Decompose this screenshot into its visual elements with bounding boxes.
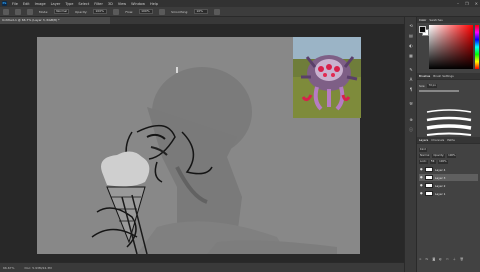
layer-thumbnail <box>425 183 433 188</box>
mode-select[interactable]: Normal <box>54 9 70 14</box>
pressure-opacity-icon[interactable] <box>113 8 120 15</box>
adjustments-icon[interactable]: ◐ <box>408 43 414 48</box>
menu-layer[interactable]: Layer <box>51 2 61 6</box>
layer-name: Layer 4 <box>435 167 446 172</box>
history-icon[interactable]: ⟲ <box>408 23 414 28</box>
link-icon[interactable]: ∞ <box>419 257 422 261</box>
info-icon[interactable]: ⓘ <box>408 127 414 132</box>
menu-filter[interactable]: Filter <box>94 2 103 6</box>
layer-row[interactable]: ● Layer 3 <box>419 174 478 181</box>
properties-icon[interactable]: ▤ <box>408 33 414 38</box>
trash-icon[interactable]: 🗑 <box>460 257 464 261</box>
tab-channels[interactable]: Channels <box>431 138 444 142</box>
tab-layers[interactable]: Layers <box>419 138 428 142</box>
tab-swatches[interactable]: Swatches <box>429 18 442 22</box>
tab-brushes[interactable]: Brushes <box>419 74 430 78</box>
reference-image <box>293 37 361 118</box>
mode-label: Mode: <box>39 9 49 14</box>
eye-icon[interactable]: ● <box>420 168 423 171</box>
tab-color[interactable]: Color <box>419 18 426 22</box>
brush-preset-picker[interactable] <box>27 8 33 15</box>
layer-row[interactable]: ● Layer 2 <box>419 182 478 189</box>
brush-size-field[interactable]: 70 px <box>427 84 438 88</box>
panel-icon-strip: ⟲ ▤ ◐ ▦ ✎ A ¶ ⚒ ⊕ ⓘ <box>404 17 416 272</box>
paragraph-icon[interactable]: ¶ <box>408 87 414 92</box>
minimize-button[interactable]: – <box>457 1 459 6</box>
eye-icon[interactable]: ● <box>420 184 423 187</box>
menu-bar: Ps File Edit Image Layer Type Select Fil… <box>0 0 480 7</box>
tab-paths[interactable]: Paths <box>447 138 455 142</box>
tool-presets-icon[interactable]: ⚒ <box>408 101 414 106</box>
clone-source-icon[interactable]: ⊕ <box>408 117 414 122</box>
layers-footer: ∞ fx ◙ ◐ ▭ ＋ 🗑 <box>419 257 464 261</box>
layer-name: Layer 3 <box>435 175 446 180</box>
brush-settings-icon[interactable]: ✎ <box>408 67 414 72</box>
layer-thumbnail <box>425 167 433 172</box>
character-icon[interactable]: A <box>408 77 414 82</box>
flow-field[interactable]: 100% <box>139 9 154 14</box>
right-panels: Color Swatches Brushes Brush Settings Si… <box>416 17 480 272</box>
color-picker-field[interactable] <box>429 25 473 69</box>
adjustment-icon[interactable]: ◐ <box>439 257 442 261</box>
blend-mode-select[interactable]: Normal <box>419 154 431 158</box>
brushes-panel: Size: 70 px <box>417 79 480 137</box>
menu-image[interactable]: Image <box>35 2 46 6</box>
layer-thumbnail <box>425 191 433 196</box>
status-bar: 66.67% Doc: 5.93M/24.3M <box>0 262 404 272</box>
color-swatches <box>419 26 429 36</box>
lock-label: Lock: <box>419 160 428 164</box>
layers-panel: Kind Normal Opacity: 100% Lock: Fill: 10… <box>417 143 480 263</box>
layer-row[interactable]: ● Layer 4 <box>419 166 478 173</box>
menu-3d[interactable]: 3D <box>108 2 113 6</box>
layer-name: Layer 1 <box>435 191 446 196</box>
zoom-level[interactable]: 66.67% <box>3 266 14 270</box>
mask-icon[interactable]: ◙ <box>432 257 435 261</box>
brush-preset-list[interactable] <box>425 108 473 138</box>
smoothing-label: Smoothing: <box>171 9 189 14</box>
document-info[interactable]: Doc: 5.93M/24.3M <box>24 266 51 270</box>
fill-field[interactable]: 100% <box>438 160 448 164</box>
smoothing-field[interactable]: 10% <box>194 9 209 14</box>
layer-opacity-field[interactable]: 100% <box>447 154 457 158</box>
gear-icon[interactable] <box>214 8 221 15</box>
menu-edit[interactable]: Edit <box>23 2 30 6</box>
menu-view[interactable]: View <box>118 2 126 6</box>
document-tab[interactable]: Untitled-1 @ 66.7% (Layer 3, RGB/8) * <box>0 17 110 24</box>
new-layer-icon[interactable]: ＋ <box>453 257 456 261</box>
document-tab-bar: Untitled-1 @ 66.7% (Layer 3, RGB/8) * <box>0 17 404 24</box>
maximize-button[interactable]: ❐ <box>465 1 469 6</box>
tab-brush-settings[interactable]: Brush Settings <box>433 74 453 78</box>
photoshop-logo: Ps <box>2 1 7 6</box>
brush-size-slider[interactable] <box>419 90 459 92</box>
options-bar: Mode: Normal Opacity: 100% Flow: 100% Sm… <box>0 7 480 17</box>
color-panel <box>417 23 480 73</box>
fill-label: Fill: <box>429 160 437 164</box>
eye-icon[interactable]: ● <box>420 192 423 195</box>
opacity-label: Opacity: <box>75 9 88 14</box>
menu-select[interactable]: Select <box>78 2 89 6</box>
menu-file[interactable]: File <box>12 2 18 6</box>
layer-row[interactable]: ● Layer 1 <box>419 190 478 197</box>
layer-opacity-label: Opacity: <box>432 154 446 158</box>
foreground-color-swatch[interactable] <box>419 26 426 33</box>
layer-thumbnail <box>425 175 433 180</box>
opacity-field[interactable]: 100% <box>93 9 108 14</box>
home-icon[interactable] <box>3 8 9 15</box>
workspace <box>0 24 404 262</box>
close-button[interactable]: ✕ <box>475 1 478 6</box>
airbrush-icon[interactable] <box>159 8 166 15</box>
styles-icon[interactable]: ▦ <box>408 53 414 58</box>
layer-name: Layer 2 <box>435 183 446 188</box>
menu-help[interactable]: Help <box>150 2 158 6</box>
fx-icon[interactable]: fx <box>426 257 429 261</box>
menu-type[interactable]: Type <box>65 2 73 6</box>
eye-icon[interactable]: ● <box>420 176 423 179</box>
folder-icon[interactable]: ▭ <box>446 257 449 261</box>
brush-size-label: Size: <box>419 84 426 88</box>
menu-window[interactable]: Window <box>131 2 145 6</box>
flow-label: Flow: <box>125 9 134 14</box>
hue-slider[interactable] <box>475 25 479 69</box>
brush-tool-icon[interactable] <box>15 8 21 15</box>
layer-filter-kind[interactable]: Kind <box>419 148 427 152</box>
